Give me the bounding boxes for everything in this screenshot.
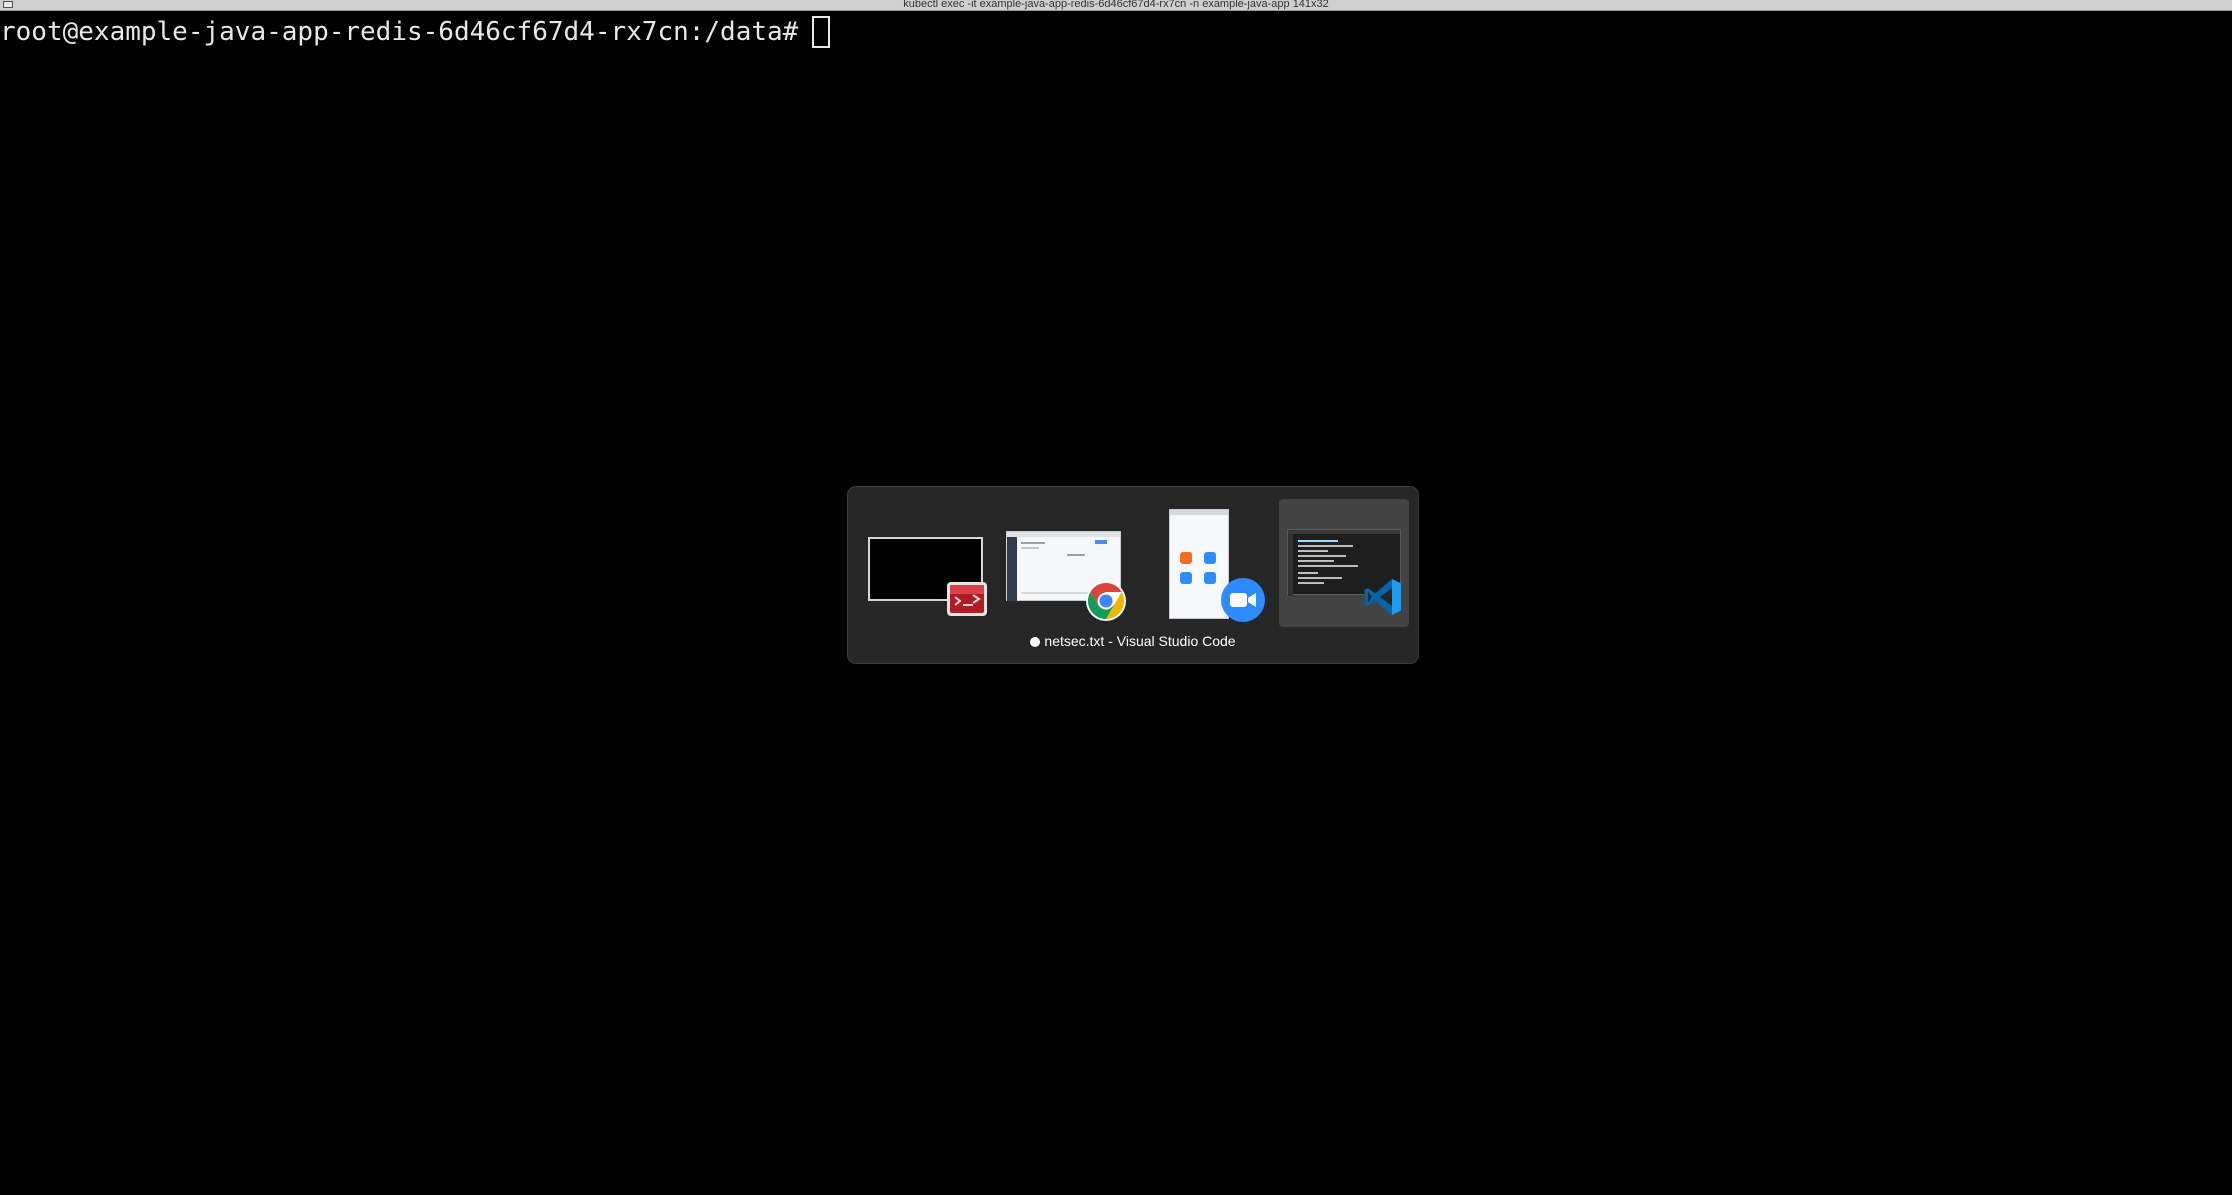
switcher-item-vscode[interactable] — [1279, 499, 1409, 627]
shell-prompt: root@example-java-app-redis-6d46cf67d4-r… — [0, 17, 799, 47]
switcher-item-chrome[interactable] — [998, 499, 1128, 627]
zoom-icon — [1221, 578, 1265, 622]
switcher-item-zoom[interactable] — [1138, 499, 1268, 627]
chrome-icon — [1086, 581, 1126, 621]
window-titlebar: kubectl exec -it example-java-app-redis-… — [0, 0, 2232, 11]
selected-app-label: netsec.txt - Visual Studio Code — [848, 633, 1418, 649]
unsaved-indicator-icon — [1030, 637, 1041, 647]
vscode-icon — [1364, 579, 1401, 615]
selected-app-title: netsec.txt - Visual Studio Code — [1044, 633, 1236, 649]
window-title: kubectl exec -it example-java-app-redis-… — [903, 0, 1329, 10]
prompt-line: root@example-java-app-redis-6d46cf67d4-r… — [0, 15, 831, 49]
app-switcher: netsec.txt - Visual Studio Code — [847, 486, 1419, 664]
terminal-icon — [947, 582, 987, 616]
switcher-item-terminal[interactable] — [858, 499, 988, 627]
text-cursor — [812, 16, 831, 48]
